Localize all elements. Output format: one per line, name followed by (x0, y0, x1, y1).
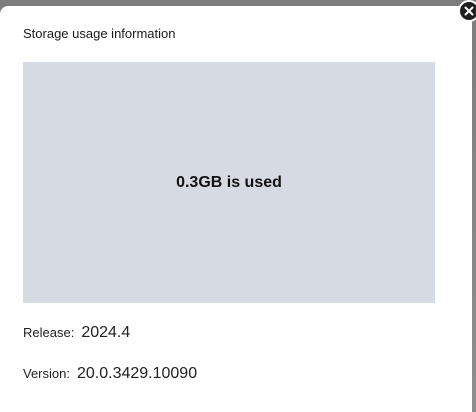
storage-usage-text: 0.3GB is used (176, 173, 282, 191)
dialog-title: Storage usage information (23, 26, 176, 41)
release-row: Release: 2024.4 (23, 324, 130, 342)
close-button[interactable] (458, 0, 476, 22)
release-value: 2024.4 (81, 324, 131, 341)
version-value: 20.0.3429.10090 (76, 365, 198, 382)
storage-usage-panel: 0.3GB is used (23, 62, 435, 303)
version-label: Version: (23, 366, 70, 381)
release-label: Release: (23, 325, 75, 340)
storage-usage-dialog: Storage usage information 0.3GB is used … (0, 6, 472, 412)
version-row: Version: 20.0.3429.10090 (23, 365, 197, 383)
close-icon (464, 6, 474, 16)
